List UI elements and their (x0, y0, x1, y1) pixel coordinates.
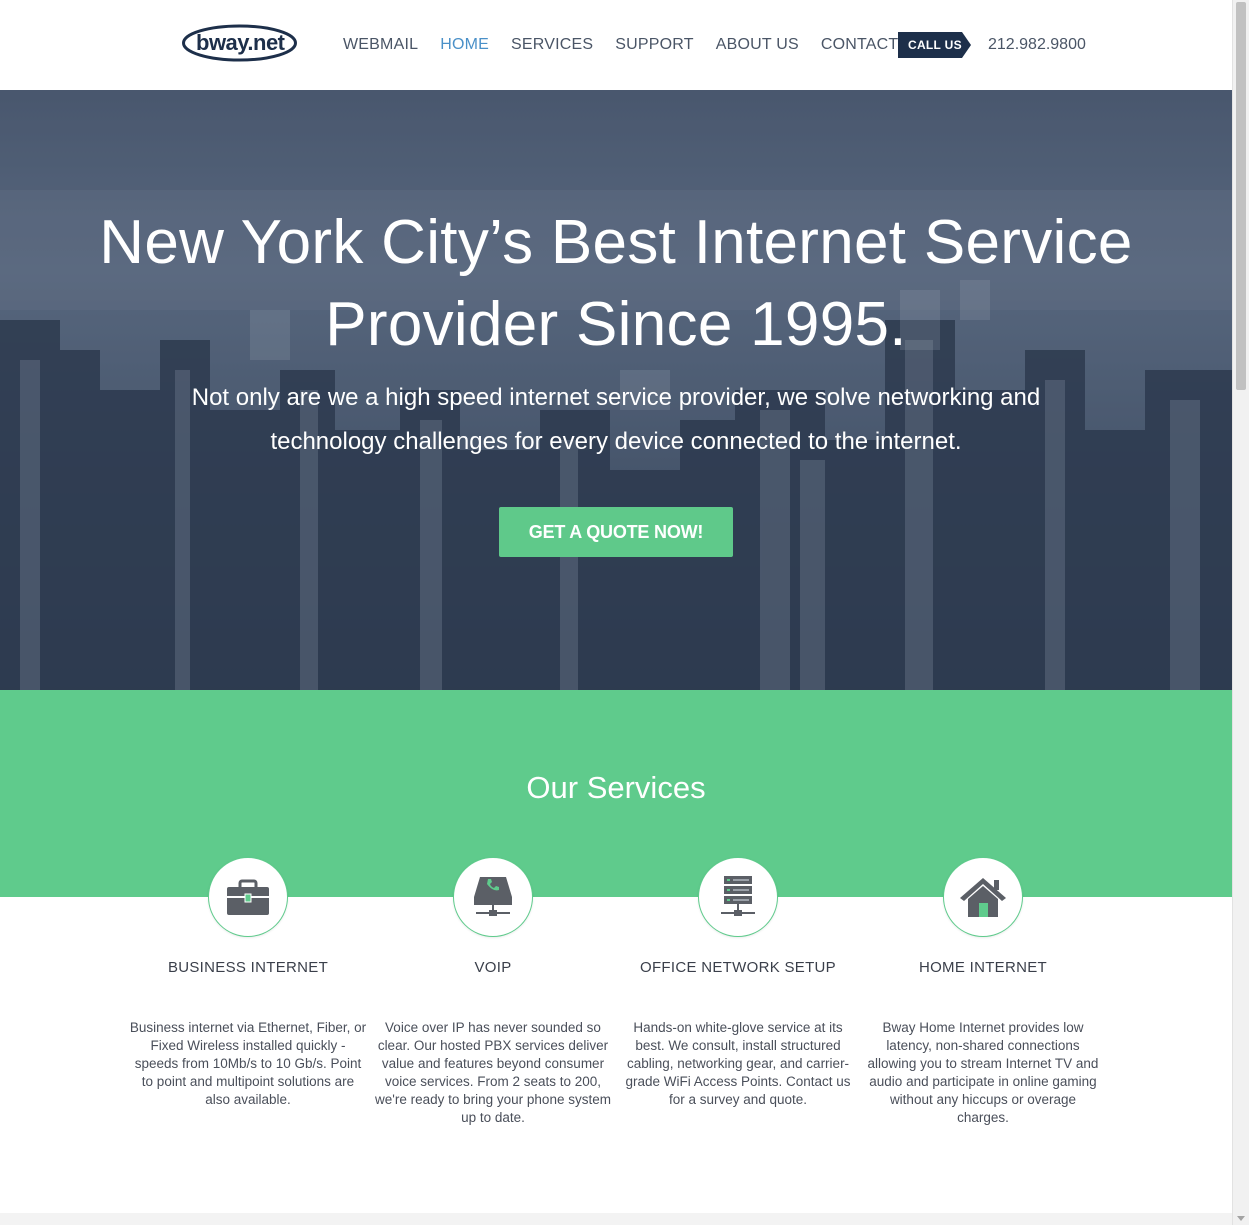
service-icon-circle (943, 857, 1023, 937)
service-title: OFFICE NETWORK SETUP (639, 959, 836, 976)
logo-text: bway.net (196, 30, 285, 55)
next-section-edge (0, 1213, 1232, 1225)
scrollbar-thumb[interactable] (1236, 2, 1246, 390)
services-title: Our Services (526, 770, 706, 805)
service-icon-circle (453, 857, 533, 937)
nav-home[interactable]: HOME (440, 36, 489, 54)
service-icon-circle (698, 857, 778, 937)
service-home-internet[interactable]: HOME INTERNET Bway Home Internet provide… (863, 857, 1103, 1125)
bway-logo[interactable]: bway.net (181, 24, 298, 62)
hero-subtitle: Not only are we a high speed internet se… (191, 384, 1041, 455)
home-icon (960, 878, 1006, 917)
service-description: Hands-on white-glove service at its best… (625, 1020, 851, 1107)
service-description: Voice over IP has never sounded so clear… (375, 1020, 611, 1125)
hero-title: New York City’s Best Internet Service Pr… (99, 208, 1133, 359)
service-title: BUSINESS INTERNET (167, 959, 329, 976)
get-quote-button[interactable]: GET A QUOTE NOW! (499, 507, 733, 557)
nav-webmail[interactable]: WEBMAIL (343, 36, 418, 54)
service-description: Bway Home Internet provides low latency,… (867, 1020, 1099, 1125)
server-rack-icon (721, 876, 755, 916)
briefcase-icon (227, 879, 269, 915)
call-us: CALL US 212.982.9800 (898, 32, 1086, 58)
main-nav: WEBMAIL HOME SERVICES SUPPORT ABOUT US C… (343, 36, 947, 54)
service-voip[interactable]: VOIP Voice over IP has never sounded so … (373, 857, 613, 1125)
call-us-badge: CALL US (898, 32, 971, 58)
service-title: VOIP (474, 959, 512, 976)
service-icon-circle (208, 857, 288, 937)
phone-number[interactable]: 212.982.9800 (988, 36, 1086, 54)
scroll-down-arrow-icon[interactable] (1237, 1216, 1245, 1221)
nav-about-us[interactable]: ABOUT US (716, 36, 799, 54)
service-office-network-setup[interactable]: OFFICE NETWORK SETUP Hands-on white-glov… (618, 857, 858, 1107)
service-description: Business internet via Ethernet, Fiber, o… (129, 1020, 367, 1107)
site-header: bway.net WEBMAIL HOME SERVICES SUPPORT A… (0, 0, 1232, 90)
nav-support[interactable]: SUPPORT (615, 36, 693, 54)
voip-phone-icon (474, 877, 512, 916)
service-title: HOME INTERNET (918, 959, 1048, 976)
hero-section: New York City’s Best Internet Service Pr… (0, 90, 1232, 690)
service-business-internet[interactable]: BUSINESS INTERNET Business internet via … (128, 857, 368, 1107)
nav-services[interactable]: SERVICES (511, 36, 593, 54)
page-scrollbar[interactable] (1232, 0, 1249, 1225)
